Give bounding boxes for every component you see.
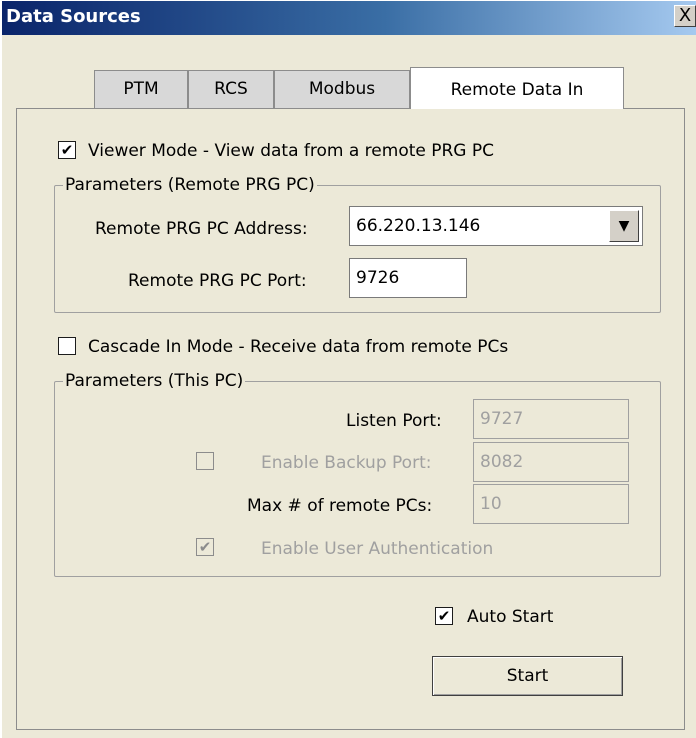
tab-rcs[interactable]: RCS <box>188 70 274 108</box>
user-authentication-checkbox[interactable]: ✔ <box>196 538 214 556</box>
remote-port-label: Remote PRG PC Port: <box>128 271 307 291</box>
tab-remote-data-in[interactable]: Remote Data In <box>410 67 624 109</box>
close-button[interactable]: X <box>674 5 696 27</box>
start-button-label: Start <box>506 666 549 686</box>
start-button[interactable]: Start <box>432 656 623 696</box>
backup-port-value: 8082 <box>480 452 524 472</box>
tab-modbus[interactable]: Modbus <box>274 70 410 108</box>
check-mark-icon: ✔ <box>437 607 451 625</box>
data-sources-window: Data Sources X PTM RCS Modbus Remote Dat… <box>0 0 696 738</box>
tab-label: Remote Data In <box>450 80 584 100</box>
listen-port-label: Listen Port: <box>346 411 442 431</box>
remote-address-value: 66.220.13.146 <box>356 216 481 236</box>
listen-port-value: 9727 <box>480 409 524 429</box>
cascade-mode-checkbox[interactable] <box>58 337 76 355</box>
auto-start-checkbox[interactable]: ✔ <box>435 607 453 625</box>
max-remote-pcs-label: Max # of remote PCs: <box>247 496 433 516</box>
backup-port-checkbox[interactable] <box>196 452 214 470</box>
tab-label: PTM <box>123 79 159 99</box>
max-remote-pcs-value: 10 <box>480 494 502 514</box>
cascade-mode-label: Cascade In Mode - Receive data from remo… <box>88 337 509 357</box>
tab-label: RCS <box>214 79 248 99</box>
remote-port-value: 9726 <box>356 268 400 288</box>
group-title: Parameters (Remote PRG PC) <box>65 175 315 195</box>
group-title: Parameters (This PC) <box>65 371 244 391</box>
backup-port-input[interactable]: 8082 <box>473 442 629 482</box>
listen-port-input[interactable]: 9727 <box>473 399 629 439</box>
auto-start-label: Auto Start <box>467 607 554 627</box>
user-authentication-label: Enable User Authentication <box>261 539 494 559</box>
remote-address-label: Remote PRG PC Address: <box>95 219 308 239</box>
max-remote-pcs-input[interactable]: 10 <box>473 484 629 524</box>
tab-label: Modbus <box>308 79 376 99</box>
window-title: Data Sources <box>6 6 141 27</box>
title-bar[interactable]: Data Sources X <box>2 1 696 35</box>
backup-port-label: Enable Backup Port: <box>261 453 432 473</box>
close-icon: X <box>678 5 692 26</box>
chevron-down-icon: ▼ <box>618 218 630 234</box>
check-mark-icon: ✔ <box>198 538 212 556</box>
remote-address-combobox[interactable]: 66.220.13.146 ▼ <box>349 206 643 246</box>
viewer-mode-checkbox[interactable]: ✔ <box>58 141 76 159</box>
tab-ptm[interactable]: PTM <box>94 70 188 108</box>
remote-port-input[interactable]: 9726 <box>349 258 467 298</box>
viewer-mode-label: Viewer Mode - View data from a remote PR… <box>88 141 495 161</box>
check-mark-icon: ✔ <box>60 141 74 159</box>
dropdown-button[interactable]: ▼ <box>609 210 639 242</box>
